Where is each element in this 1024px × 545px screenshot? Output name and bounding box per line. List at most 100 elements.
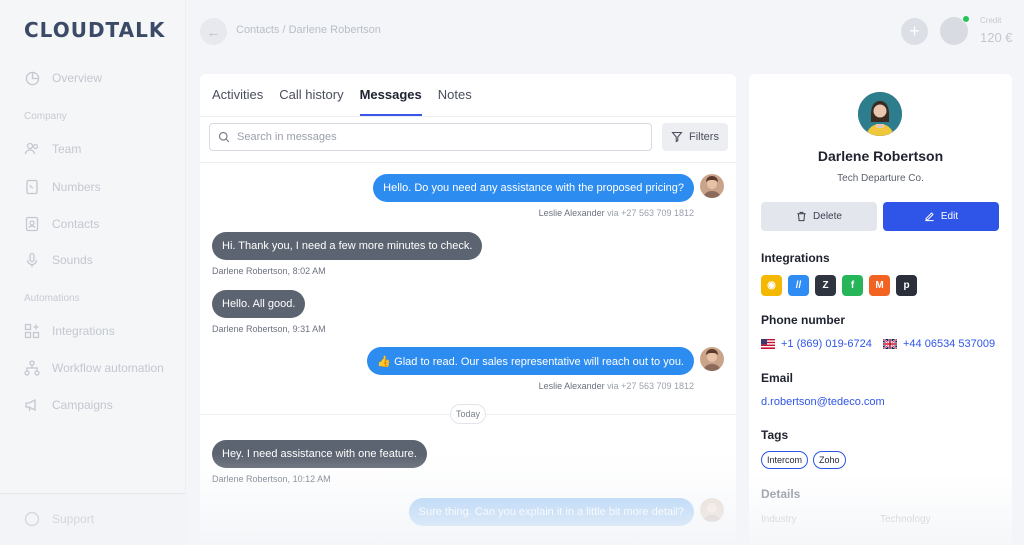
phone-title: Phone number	[761, 313, 846, 327]
message-author: Darlene Robertson	[212, 324, 288, 334]
email-link[interactable]: d.robertson@tedeco.com	[761, 396, 885, 408]
sidebar-item-support[interactable]: Support	[24, 511, 94, 527]
message-bubble-incoming[interactable]: Hello. All good.	[212, 290, 306, 318]
detail-value: Technology	[880, 514, 931, 525]
workflow-icon	[24, 360, 40, 376]
credit-value: 120 €	[980, 30, 1013, 45]
message-bubble-incoming[interactable]: Hey. I need assistance with one feature.	[212, 440, 427, 468]
message-bubble-outgoing[interactable]: Hello. Do you need any assistance with t…	[373, 174, 694, 202]
zendesk-icon[interactable]: Z	[815, 275, 836, 296]
sidebar-item-label: Integrations	[52, 324, 115, 338]
message-author: Leslie Alexander	[538, 381, 605, 391]
divider	[200, 162, 736, 163]
arrow-left-icon: ←	[206, 23, 221, 40]
message-meta: Darlene Robertson, 8:02 AM	[212, 266, 326, 276]
divider	[200, 116, 736, 117]
tag-chip[interactable]: Zoho	[813, 451, 846, 469]
message-bubble-outgoing[interactable]: Sure thing. Can you explain it in a litt…	[408, 498, 694, 526]
sidebar-item-contacts[interactable]: Contacts	[24, 216, 99, 232]
sidebar-item-campaigns[interactable]: Campaigns	[24, 397, 113, 413]
message-author: Darlene Robertson	[212, 474, 288, 484]
sidebar-item-overview[interactable]: Overview	[24, 70, 102, 86]
message-author: Darlene Robertson	[212, 266, 288, 276]
sidebar-item-sounds[interactable]: Sounds	[24, 252, 93, 268]
contact-avatar	[858, 92, 902, 136]
agent-avatar	[700, 498, 724, 522]
edit-icon	[925, 212, 934, 222]
sidebar-item-numbers[interactable]: Numbers	[24, 179, 101, 195]
tags-list: Intercom Zoho	[761, 451, 846, 469]
delete-label: Delete	[813, 211, 842, 222]
filter-icon	[671, 131, 683, 143]
message-meta: Leslie Alexander via +27 563 709 1812	[539, 381, 694, 391]
slash-integration-icon[interactable]: //	[788, 275, 809, 296]
tags-title: Tags	[761, 428, 789, 442]
sidebar: CLOUDTALK Overview Company Team Numbers …	[0, 0, 186, 545]
integration-glyph: //	[795, 280, 802, 291]
breadcrumb: Contacts / Darlene Robertson	[236, 24, 381, 36]
tab-call-history[interactable]: Call history	[279, 74, 343, 116]
pipedrive-icon[interactable]: p	[896, 275, 917, 296]
top-header: ← Contacts / Darlene Robertson + Credit …	[187, 0, 1024, 62]
sidebar-item-label: Sounds	[52, 253, 93, 267]
message-via: via +27 563 709 1812	[607, 381, 694, 391]
integration-glyph: Z	[822, 280, 829, 291]
tag-chip[interactable]: Intercom	[761, 451, 809, 469]
delete-button[interactable]: Delete	[761, 202, 877, 231]
megaphone-icon	[24, 397, 40, 413]
add-button[interactable]: +	[901, 18, 928, 45]
search-icon	[218, 131, 230, 143]
app-logo: CLOUDTALK	[24, 18, 166, 42]
sidebar-item-label: Team	[52, 142, 82, 156]
messages-panel: Activities Call history Messages Notes F…	[200, 74, 736, 545]
puzzle-icon	[24, 323, 40, 339]
date-separator: Today	[450, 404, 486, 424]
sidebar-item-label: Workflow automation	[52, 361, 164, 375]
message-bubble-outgoing[interactable]: 👍 Glad to read. Our sales representative…	[367, 347, 694, 375]
phone-number-uk[interactable]: +44 06534 537009	[883, 338, 995, 350]
uk-flag-icon	[883, 339, 897, 349]
integration-glyph: p	[903, 280, 910, 291]
help-circle-icon	[24, 511, 40, 527]
sidebar-footer[interactable]: Support	[0, 493, 186, 545]
detail-label: Industry	[761, 514, 797, 525]
microphone-icon	[24, 252, 40, 268]
tab-activities[interactable]: Activities	[212, 74, 263, 116]
contact-panel: Darlene Robertson Tech Departure Co. Del…	[749, 74, 1012, 545]
contact-card-icon	[24, 216, 40, 232]
search-box[interactable]	[209, 123, 652, 151]
tab-messages[interactable]: Messages	[359, 74, 422, 116]
sidebar-item-workflow-automation[interactable]: Workflow automation	[24, 360, 164, 376]
plus-icon: +	[909, 21, 920, 41]
integrations-title: Integrations	[761, 251, 830, 265]
tab-notes[interactable]: Notes	[438, 74, 472, 116]
message-author: Leslie Alexander	[538, 208, 605, 218]
sidebar-item-team[interactable]: Team	[24, 141, 81, 157]
phone-value: +1 (869) 019-6724	[781, 338, 872, 350]
message-time: 10:12 AM	[292, 474, 331, 484]
edit-button[interactable]: Edit	[883, 202, 999, 231]
agent-avatar	[700, 347, 724, 371]
details-title: Details	[761, 487, 801, 501]
chat-integration-icon[interactable]: ◉	[761, 275, 782, 296]
message-via: via +27 563 709 1812	[607, 208, 694, 218]
magento-icon[interactable]: M	[869, 275, 890, 296]
search-input[interactable]	[237, 131, 637, 143]
scroll-fade	[749, 475, 1012, 545]
phone-number-us[interactable]: +1 (869) 019-6724	[761, 338, 872, 350]
phone-book-icon	[24, 179, 40, 195]
back-button[interactable]: ←	[200, 18, 227, 45]
message-time: 9:31 AM	[292, 324, 326, 334]
freshdesk-icon[interactable]: f	[842, 275, 863, 296]
sidebar-item-label: Campaigns	[52, 398, 113, 412]
tab-bar: Activities Call history Messages Notes	[212, 74, 472, 116]
message-meta: Leslie Alexander via +27 563 709 1812	[539, 208, 694, 218]
message-time: 8:02 AM	[292, 266, 326, 276]
sidebar-item-integrations[interactable]: Integrations	[24, 323, 115, 339]
email-title: Email	[761, 371, 794, 385]
filters-button[interactable]: Filters	[662, 123, 728, 151]
integration-glyph: ◉	[767, 280, 776, 291]
message-bubble-incoming[interactable]: Hi. Thank you, I need a few more minutes…	[212, 232, 483, 260]
filters-label: Filters	[689, 131, 719, 143]
users-icon	[24, 141, 40, 157]
